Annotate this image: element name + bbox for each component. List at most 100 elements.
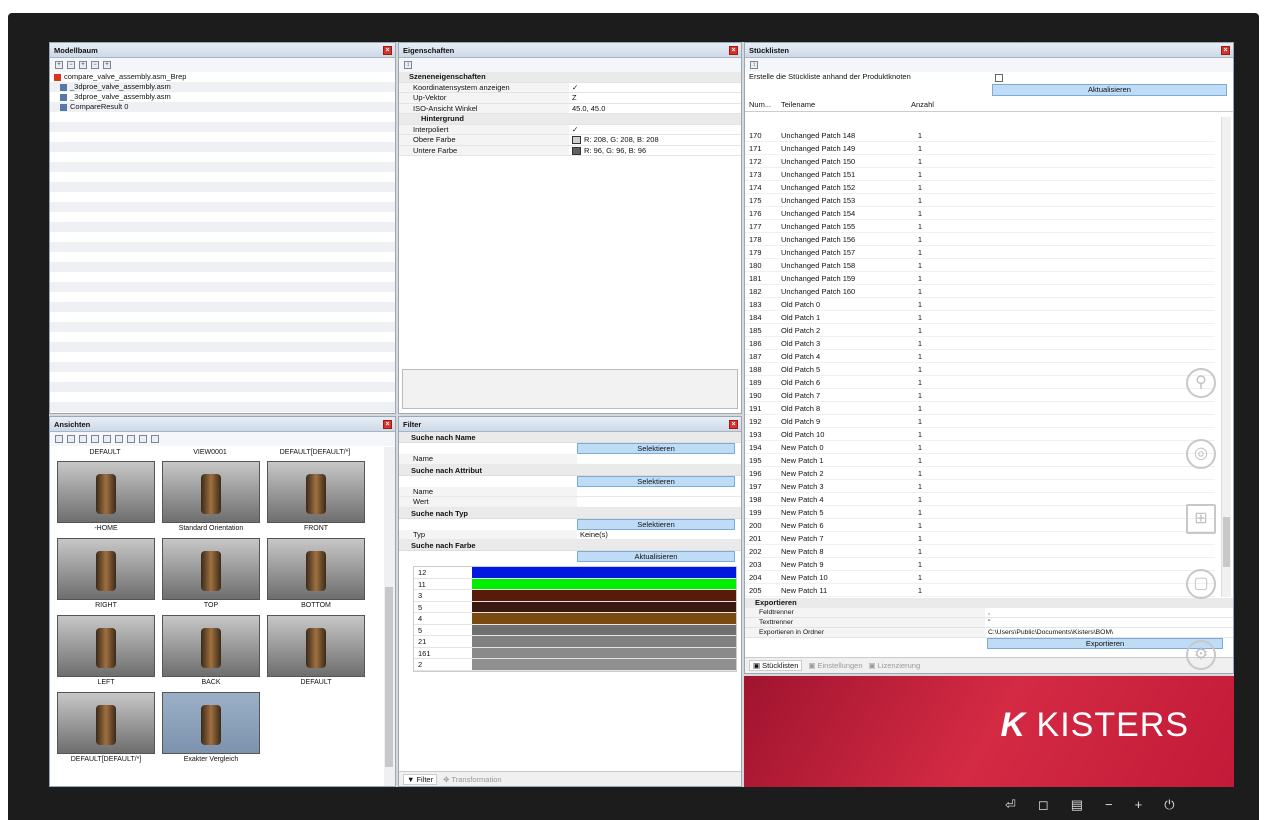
filter-field-row[interactable]: Name <box>399 454 741 465</box>
table-row[interactable]: 174 Unchanged Patch 152 1 <box>745 181 1215 194</box>
expand-all-icon[interactable]: + <box>55 61 63 69</box>
table-row[interactable]: 201 New Patch 7 1 <box>745 532 1215 545</box>
property-value[interactable]: R: 96, G: 96, B: 96 <box>569 146 741 156</box>
color-row[interactable]: 3 <box>414 590 736 602</box>
property-value[interactable]: 45.0, 45.0 <box>569 104 741 114</box>
filter-section-header[interactable]: Suche nach Name <box>399 432 741 443</box>
view-tool-icon[interactable] <box>79 435 87 443</box>
expand-icon[interactable]: + <box>79 61 87 69</box>
property-row[interactable]: Koordinatensystem anzeigen ✓ <box>399 82 741 93</box>
column-header[interactable]: Num... <box>749 98 781 111</box>
property-value[interactable]: ✓ <box>569 125 741 135</box>
table-row[interactable]: 171 Unchanged Patch 149 1 <box>745 142 1215 155</box>
property-row[interactable]: Up-Vektor Z <box>399 93 741 104</box>
view-tool-icon[interactable] <box>115 435 123 443</box>
scrollbar-thumb[interactable] <box>1223 517 1230 567</box>
table-row[interactable]: 204 New Patch 10 1 <box>745 571 1215 584</box>
filter-section-header[interactable]: Suche nach Farbe <box>399 540 741 551</box>
view-thumbnail[interactable] <box>57 615 155 677</box>
scrollbar[interactable] <box>1221 117 1231 597</box>
table-row[interactable]: 187 Old Patch 4 1 <box>745 350 1215 363</box>
table-row[interactable]: 178 Unchanged Patch 156 1 <box>745 233 1215 246</box>
update-button[interactable]: Aktualisieren <box>577 551 735 562</box>
table-row[interactable]: 173 Unchanged Patch 151 1 <box>745 168 1215 181</box>
column-header[interactable]: Teilename <box>781 98 911 111</box>
color-row[interactable]: 5 <box>414 624 736 636</box>
table-row[interactable]: 176 Unchanged Patch 154 1 <box>745 207 1215 220</box>
export-row[interactable]: Feldtrenner, <box>745 608 1233 618</box>
export-value[interactable]: , <box>985 608 1233 617</box>
property-row[interactable]: Untere Farbe R: 96, G: 96, B: 96 <box>399 145 741 156</box>
property-value[interactable] <box>569 114 741 124</box>
table-row[interactable]: 181 Unchanged Patch 159 1 <box>745 272 1215 285</box>
tab-einstellungen[interactable]: ▣ Einstellungen <box>808 661 862 670</box>
table-row[interactable]: 172 Unchanged Patch 150 1 <box>745 155 1215 168</box>
view-tool-icon[interactable] <box>103 435 111 443</box>
table-row[interactable]: 192 Old Patch 9 1 <box>745 415 1215 428</box>
tree-item[interactable]: compare_valve_assembly.asm_Brep <box>50 72 395 82</box>
color-row[interactable]: 161 <box>414 647 736 659</box>
close-icon[interactable]: × <box>383 420 392 429</box>
table-row[interactable]: 184 Old Patch 1 1 <box>745 311 1215 324</box>
table-row[interactable]: 189 Old Patch 6 1 <box>745 376 1215 389</box>
table-row[interactable]: 205 New Patch 11 1 <box>745 584 1215 597</box>
table-row[interactable]: 177 Unchanged Patch 155 1 <box>745 220 1215 233</box>
home-icon[interactable]: ◻ <box>1038 797 1049 813</box>
close-icon[interactable]: × <box>729 420 738 429</box>
power-icon[interactable]: ⏻ <box>1164 797 1174 813</box>
filter-field-row[interactable]: Name <box>399 486 741 497</box>
property-value[interactable] <box>569 72 741 82</box>
table-row[interactable]: 175 Unchanged Patch 153 1 <box>745 194 1215 207</box>
tree-item[interactable]: _3dproe_valve_assembly.asm <box>50 92 395 102</box>
column-header[interactable]: Anzahl <box>911 98 951 111</box>
property-value[interactable]: R: 208, G: 208, B: 208 <box>569 135 741 145</box>
collapse-icon[interactable]: − <box>91 61 99 69</box>
view-tool-icon[interactable] <box>127 435 135 443</box>
view-tool-icon[interactable] <box>91 435 99 443</box>
view-thumbnail[interactable] <box>267 615 365 677</box>
windows-icon[interactable]: ⊞ <box>1186 504 1216 534</box>
table-row[interactable]: 200 New Patch 6 1 <box>745 519 1215 532</box>
property-row[interactable]: Hintergrund <box>399 114 741 125</box>
view-thumbnail[interactable] <box>162 692 260 754</box>
table-row[interactable]: 182 Unchanged Patch 160 1 <box>745 285 1215 298</box>
table-row[interactable]: 202 New Patch 8 1 <box>745 545 1215 558</box>
create-option-checkbox[interactable] <box>995 74 1003 82</box>
property-value[interactable]: ✓ <box>569 83 741 93</box>
view-thumbnail[interactable] <box>57 692 155 754</box>
property-value[interactable]: Z <box>569 93 741 103</box>
tree-item[interactable]: _3dproe_valve_assembly.asm <box>50 82 395 92</box>
tab-filter[interactable]: ▼ Filter <box>403 773 438 785</box>
tab-lizenzierung[interactable]: ▣ Lizenzierung <box>869 661 921 670</box>
table-row[interactable]: 188 Old Patch 5 1 <box>745 363 1215 376</box>
filter-section-header[interactable]: Suche nach Typ <box>399 507 741 519</box>
filter-section-header[interactable]: Suche nach Attribut <box>399 464 741 476</box>
export-value[interactable]: " <box>985 618 1233 627</box>
tab-transformation[interactable]: ✥ Transformation <box>443 775 501 784</box>
collapse-all-icon[interactable]: − <box>67 61 75 69</box>
field-value[interactable] <box>577 454 741 464</box>
view-tool-icon[interactable] <box>67 435 75 443</box>
table-row[interactable]: 198 New Patch 4 1 <box>745 493 1215 506</box>
field-value[interactable] <box>577 497 741 507</box>
select-button[interactable]: Selektieren <box>577 518 735 530</box>
export-header[interactable]: Exportieren <box>745 598 1233 608</box>
export-row[interactable]: Texttrenner " <box>745 618 1233 628</box>
tree-icon[interactable]: + <box>103 61 111 69</box>
tab-stuecklisten[interactable]: ▣ Stücklisten <box>749 660 803 671</box>
tree-item[interactable]: CompareResult 0 <box>50 102 395 112</box>
table-row[interactable]: 186 Old Patch 3 1 <box>745 337 1215 350</box>
export-row[interactable]: Exportieren in Ordner C:\Users\Public\Doc… <box>745 628 1233 638</box>
close-icon[interactable]: × <box>383 46 392 55</box>
table-row[interactable]: 179 Unchanged Patch 157 1 <box>745 246 1215 259</box>
menu-icon[interactable]: ▤ <box>1071 797 1083 813</box>
table-row[interactable]: 190 Old Patch 7 1 <box>745 389 1215 402</box>
select-button[interactable]: Selektieren <box>577 443 735 454</box>
3d-icon[interactable]: ◎ <box>1186 439 1216 469</box>
scrollbar[interactable] <box>384 447 395 786</box>
table-row[interactable]: 195 New Patch 1 1 <box>745 454 1215 467</box>
color-row[interactable]: 11 <box>414 578 736 590</box>
property-row[interactable]: Szeneneigenschaften <box>399 72 741 83</box>
color-row[interactable]: 5 <box>414 601 736 613</box>
field-value[interactable]: Keine(s) <box>577 530 741 540</box>
